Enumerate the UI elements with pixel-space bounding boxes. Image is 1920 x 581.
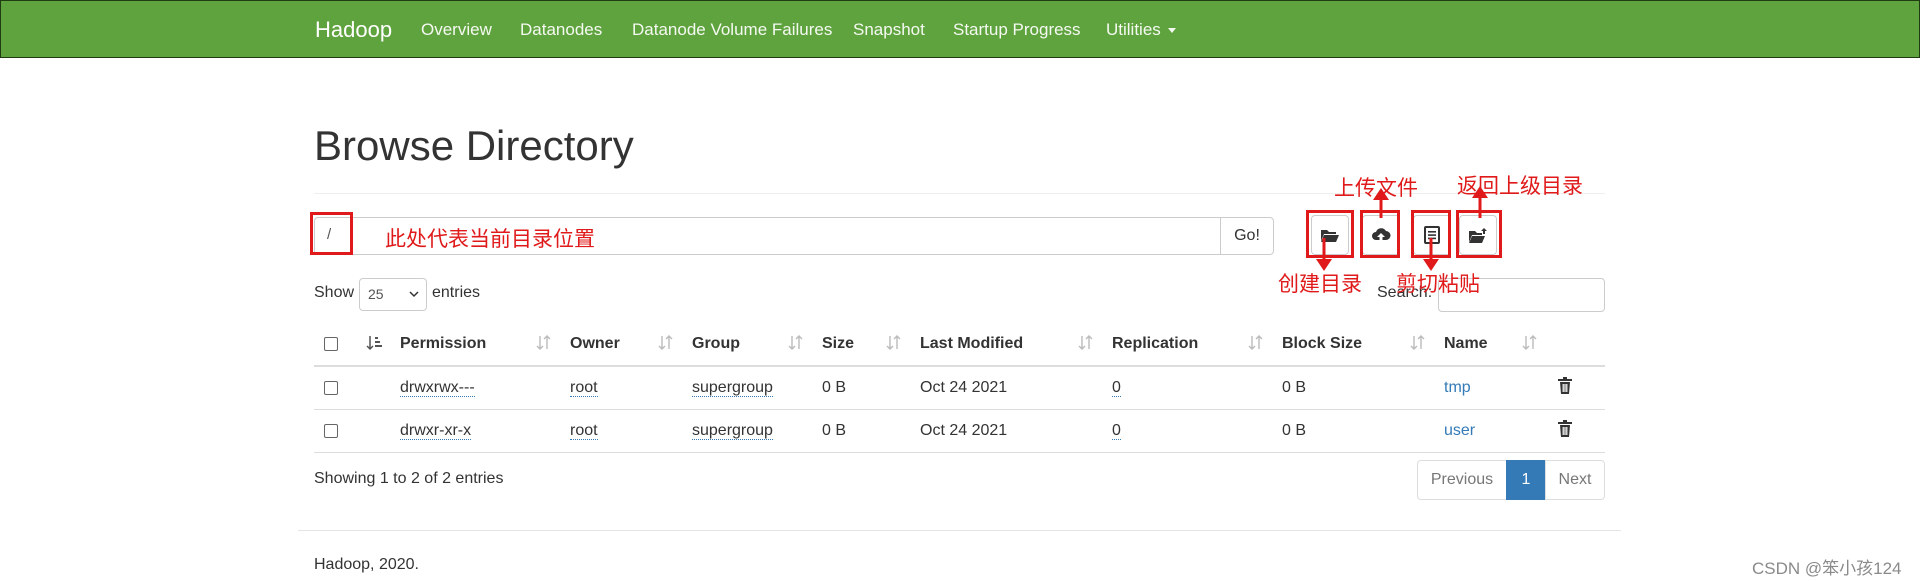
pagination-previous[interactable]: Previous [1417,460,1507,500]
cell-block-size: 0 B [1282,379,1307,396]
cell-size: 0 B [822,422,847,439]
go-button[interactable]: Go! [1220,217,1274,255]
cell-permission-text: drwxrwx--- [400,379,475,397]
nav-utilities-dropdown[interactable]: Utilities [1106,20,1176,40]
sort-icon[interactable] [658,334,674,352]
sort-icon[interactable] [1522,334,1538,352]
annotation-create-dir: 创建目录 [1278,273,1362,296]
sort-icon[interactable] [886,334,902,352]
nav-snapshot[interactable]: Snapshot [853,20,925,40]
annotation-box-path [310,212,353,255]
cell-owner-text: root [570,379,598,397]
row-checkbox[interactable] [324,381,338,395]
row-divider [314,409,1605,410]
cell-permission-text: drwxr-xr-x [400,422,472,440]
page-size-select[interactable]: 25 [359,278,427,311]
sort-icon[interactable] [1078,334,1094,352]
annotation-current-dir: 此处代表当前目录位置 [385,228,595,251]
trash-icon[interactable] [1557,420,1573,438]
column-header-replication[interactable]: Replication [1112,335,1198,353]
cell-last-modified: Oct 24 2021 [920,422,1008,439]
cell-group[interactable]: supergroup [692,422,773,440]
watermark: CSDN @笨小孩124 [1752,559,1902,578]
show-label: Show [314,284,355,301]
trash-icon[interactable] [1557,377,1573,395]
entries-label: entries [432,284,481,301]
footer-divider [298,530,1621,531]
cell-owner[interactable]: root [570,422,598,440]
annotation-upload: 上传文件 [1334,177,1418,200]
cell-group[interactable]: supergroup [692,379,773,397]
row-divider [314,452,1605,453]
sort-active-icon[interactable] [366,334,384,352]
cell-permission[interactable]: drwxrwx--- [400,379,475,397]
sort-icon[interactable] [1410,334,1426,352]
column-header-permission[interactable]: Permission [400,335,486,353]
page-title: Browse Directory [314,122,634,169]
sort-icon[interactable] [788,334,804,352]
cell-replication[interactable]: 0 [1112,379,1121,397]
nav-overview[interactable]: Overview [421,20,492,40]
pagination-next[interactable]: Next [1545,460,1605,500]
cell-replication-text: 0 [1112,379,1121,397]
cell-group-text: supergroup [692,422,773,440]
brand-link[interactable]: Hadoop [315,17,392,43]
nav-datanodes[interactable]: Datanodes [520,20,602,40]
cell-replication[interactable]: 0 [1112,422,1121,440]
annotation-cut-paste: 剪切粘贴 [1396,273,1480,296]
column-header-name[interactable]: Name [1444,335,1488,353]
cell-size: 0 B [822,379,847,396]
page-size-value: 25 [368,286,384,302]
nav-startup-progress[interactable]: Startup Progress [953,20,1081,40]
select-all-checkbox[interactable] [324,337,338,351]
cell-last-modified: Oct 24 2021 [920,379,1008,396]
caret-down-icon [1167,28,1176,34]
chevron-down-icon [409,291,419,298]
file-name-link[interactable]: tmp [1444,379,1471,397]
column-header-group[interactable]: Group [692,335,740,353]
nav-datanode-volume-failures[interactable]: Datanode Volume Failures [632,20,832,40]
table-info: Showing 1 to 2 of 2 entries [314,470,504,487]
column-header-size[interactable]: Size [822,335,854,353]
row-checkbox[interactable] [324,424,338,438]
cell-permission[interactable]: drwxr-xr-x [400,422,472,440]
cell-replication-text: 0 [1112,422,1121,440]
navbar: Hadoop Overview Datanodes Datanode Volum… [0,0,1920,58]
pagination-current[interactable]: 1 [1506,460,1546,500]
nav-utilities-label: Utilities [1106,20,1161,39]
cell-owner[interactable]: root [570,379,598,397]
footer-text: Hadoop, 2020. [314,556,419,573]
cell-group-text: supergroup [692,379,773,397]
sort-icon[interactable] [1248,334,1264,352]
cell-block-size: 0 B [1282,422,1307,439]
file-name-link[interactable]: user [1444,422,1475,440]
annotation-parent-dir: 返回上级目录 [1457,175,1583,198]
sort-icon[interactable] [536,334,552,352]
column-header-owner[interactable]: Owner [570,335,620,353]
column-header-block-size[interactable]: Block Size [1282,335,1362,353]
cell-owner-text: root [570,422,598,440]
table-header-divider [314,365,1605,367]
column-header-last-modified[interactable]: Last Modified [920,335,1023,353]
